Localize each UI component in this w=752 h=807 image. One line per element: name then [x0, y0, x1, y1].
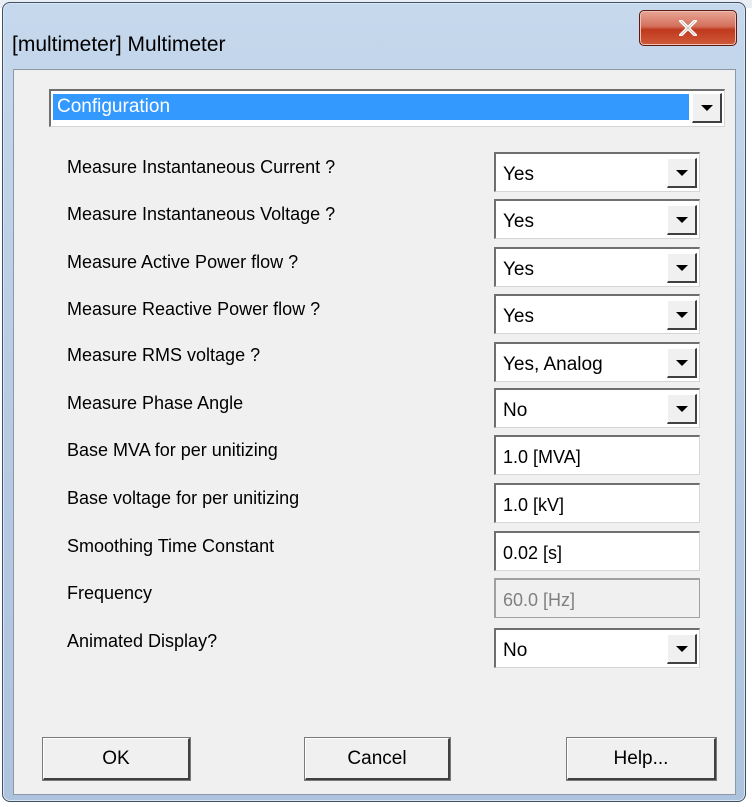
input-base-voltage[interactable]: 1.0 [kV]	[494, 483, 700, 523]
label-measure-active-power: Measure Active Power flow ?	[67, 252, 299, 272]
dropdown-arrow-button[interactable]	[667, 634, 697, 664]
category-dropdown-arrow[interactable]	[692, 93, 722, 123]
select-value: Yes	[503, 306, 534, 327]
dialog-body: Configuration Measure Instantaneous Curr…	[13, 69, 736, 795]
dropdown-arrow-button[interactable]	[667, 394, 697, 424]
dialog-window: [multimeter] Multimeter Configuration Me…	[2, 2, 746, 802]
chevron-down-icon	[675, 359, 688, 366]
chevron-down-icon	[675, 405, 688, 412]
dropdown-arrow-button[interactable]	[667, 205, 697, 235]
input-value: 1.0 [kV]	[503, 495, 565, 515]
select-measure-active-power[interactable]: Yes	[494, 247, 700, 287]
select-value: No	[503, 640, 528, 661]
close-icon	[679, 20, 697, 36]
select-value: Yes	[503, 211, 534, 232]
select-value: Yes	[503, 259, 534, 280]
dropdown-arrow-button[interactable]	[667, 348, 697, 378]
label-measure-instantaneous-voltage: Measure Instantaneous Voltage ?	[67, 204, 336, 224]
select-animated-display[interactable]: No	[494, 628, 700, 668]
select-measure-reactive-power[interactable]: Yes	[494, 294, 700, 334]
select-value: Yes, Analog	[503, 354, 603, 375]
chevron-down-icon	[675, 169, 688, 176]
input-smoothing-time-constant[interactable]: 0.02 [s]	[494, 531, 700, 571]
label-measure-phase-angle: Measure Phase Angle	[67, 393, 244, 413]
chevron-down-icon	[675, 216, 688, 223]
input-frequency: 60.0 [Hz]	[494, 578, 700, 618]
select-value: Yes	[503, 164, 534, 185]
label-measure-instantaneous-current: Measure Instantaneous Current ?	[67, 157, 336, 177]
chevron-down-icon	[675, 645, 688, 652]
input-value: 60.0 [Hz]	[503, 590, 576, 610]
label-frequency: Frequency	[67, 583, 153, 603]
label-measure-rms-voltage: Measure RMS voltage ?	[67, 345, 261, 365]
close-button[interactable]	[639, 10, 737, 46]
input-base-mva[interactable]: 1.0 [MVA]	[494, 435, 700, 475]
chevron-down-icon	[700, 104, 713, 111]
help-button[interactable]: Help...	[567, 738, 716, 780]
chevron-down-icon	[675, 264, 688, 271]
dropdown-arrow-button[interactable]	[667, 158, 697, 188]
label-measure-reactive-power: Measure Reactive Power flow ?	[67, 299, 321, 319]
dropdown-arrow-button[interactable]	[667, 300, 697, 330]
select-measure-instantaneous-voltage[interactable]: Yes	[494, 199, 700, 239]
label-animated-display: Animated Display?	[67, 631, 218, 651]
chevron-down-icon	[675, 311, 688, 318]
input-value: 0.02 [s]	[503, 543, 563, 563]
dropdown-arrow-button[interactable]	[667, 253, 697, 283]
input-value: 1.0 [MVA]	[503, 447, 581, 467]
category-dropdown[interactable]: Configuration	[49, 89, 725, 127]
select-measure-instantaneous-current[interactable]: Yes	[494, 152, 700, 192]
cancel-button[interactable]: Cancel	[305, 738, 450, 780]
select-measure-phase-angle[interactable]: No	[494, 388, 700, 428]
label-base-mva: Base MVA for per unitizing	[67, 440, 278, 460]
select-measure-rms-voltage[interactable]: Yes, Analog	[494, 342, 700, 382]
ok-button[interactable]: OK	[43, 738, 190, 780]
label-smoothing-time-constant: Smoothing Time Constant	[67, 536, 275, 556]
category-dropdown-value: Configuration	[53, 94, 689, 120]
select-value: No	[503, 400, 528, 421]
label-base-voltage: Base voltage for per unitizing	[67, 488, 300, 508]
window-title: [multimeter] Multimeter	[12, 33, 226, 56]
